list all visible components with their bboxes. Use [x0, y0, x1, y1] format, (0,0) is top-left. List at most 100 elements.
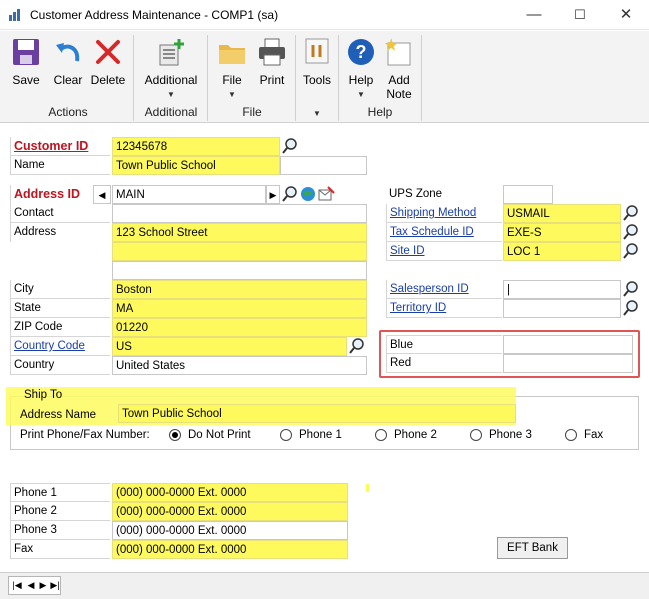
name-field[interactable]: Town Public School [112, 156, 280, 175]
address-id-field[interactable]: MAIN [112, 185, 266, 204]
territory-id-label[interactable]: Territory ID [386, 299, 502, 318]
fax-field[interactable]: (000) 000-0000 Ext. 0000 [112, 540, 348, 559]
territory-id-field[interactable] [503, 299, 621, 318]
zip-code-label: ZIP Code [10, 318, 110, 337]
ribbon-divider [207, 35, 208, 121]
lookup-icon[interactable] [622, 242, 640, 260]
eft-bank-button[interactable]: EFT Bank [497, 537, 568, 559]
lookup-icon[interactable] [348, 337, 366, 355]
tax-schedule-id-field[interactable]: EXE-S [503, 223, 621, 242]
address-next-button[interactable]: ▶ [266, 185, 280, 204]
additional-button[interactable]: Additional ▼ [138, 35, 204, 101]
radio-label-do-not-print: Do Not Print [188, 429, 251, 441]
contact-label: Contact [10, 204, 110, 223]
radio-fax[interactable] [565, 429, 577, 441]
shipping-method-label[interactable]: Shipping Method [386, 204, 502, 223]
phone-2-field[interactable]: (000) 000-0000 Ext. 0000 [112, 502, 348, 521]
state-field[interactable]: MA [112, 299, 367, 318]
address-line-1-field[interactable]: 123 School Street [112, 223, 367, 242]
contact-field[interactable] [112, 204, 367, 223]
address-name-field[interactable]: Town Public School [118, 404, 516, 423]
group-label-additional: Additional [144, 105, 198, 119]
radio-label-fax: Fax [584, 429, 604, 441]
clear-button[interactable]: Clear [48, 35, 88, 101]
phone-1-label: Phone 1 [10, 483, 110, 502]
address-name-label: Address Name [20, 409, 97, 421]
address-line-3-field[interactable] [112, 261, 367, 280]
country-label: Country [10, 356, 110, 375]
tools-button[interactable]: Tools [298, 35, 336, 101]
maximize-button[interactable]: ☐ [557, 0, 603, 30]
lookup-icon[interactable] [622, 223, 640, 241]
blue-field[interactable] [503, 335, 633, 354]
lookup-icon[interactable] [622, 204, 640, 222]
red-field[interactable] [503, 354, 633, 373]
ribbon-divider [295, 35, 296, 121]
close-button[interactable]: ✕ [603, 0, 649, 30]
name-label: Name [10, 156, 110, 175]
address-line-2-field[interactable] [112, 242, 367, 261]
ups-zone-field[interactable] [503, 185, 553, 204]
radio-phone-3[interactable] [470, 429, 482, 441]
delete-x-icon [96, 40, 120, 64]
address-label: Address [10, 223, 110, 242]
salesperson-id-field[interactable]: | [503, 280, 621, 299]
save-icon [13, 39, 39, 65]
minimize-button[interactable]: — [511, 0, 557, 30]
ups-zone-label: UPS Zone [386, 185, 502, 204]
help-button[interactable]: ? Help ▼ [342, 35, 380, 101]
lookup-icon[interactable] [622, 299, 640, 317]
site-id-label[interactable]: Site ID [386, 242, 502, 261]
radio-label-phone-1: Phone 1 [299, 429, 342, 441]
print-button[interactable]: Print [252, 35, 292, 101]
phone-3-label: Phone 3 [10, 521, 110, 540]
globe-icon[interactable] [299, 185, 317, 203]
salesperson-id-label[interactable]: Salesperson ID [386, 280, 502, 299]
group-label-actions: Actions [48, 105, 88, 119]
city-label: City [10, 280, 110, 299]
save-button[interactable]: Save [6, 35, 46, 101]
app-icon [9, 9, 20, 21]
phone-3-field[interactable]: (000) 000-0000 Ext. 0000 [112, 521, 348, 540]
site-id-field[interactable]: LOC 1 [503, 242, 621, 261]
add-note-button[interactable]: Add Note [380, 35, 418, 101]
tax-schedule-id-label[interactable]: Tax Schedule ID [386, 223, 502, 242]
name-field-extension [280, 156, 367, 175]
country-code-label[interactable]: Country Code [10, 337, 110, 356]
radio-do-not-print[interactable] [169, 429, 181, 441]
file-button[interactable]: File ▼ [212, 35, 252, 101]
zip-code-field[interactable]: 01220 [112, 318, 367, 337]
ship-to-group-label: Ship To [24, 389, 63, 401]
city-field[interactable]: Boston [112, 280, 367, 299]
country-code-field[interactable]: US [112, 337, 347, 356]
help-icon: ? [348, 39, 374, 65]
delete-button[interactable]: Delete [88, 35, 128, 101]
lookup-icon[interactable] [281, 137, 299, 155]
radio-label-phone-2: Phone 2 [394, 429, 437, 441]
additional-icon [159, 39, 184, 66]
lookup-icon[interactable] [622, 280, 640, 298]
customer-id-field[interactable]: 12345678 [112, 137, 280, 156]
window-title: Customer Address Maintenance - COMP1 (sa… [30, 8, 279, 22]
radio-phone-1[interactable] [280, 429, 292, 441]
ribbon-divider [133, 35, 134, 121]
customer-id-label[interactable]: Customer ID [10, 137, 110, 156]
highlight-mark [366, 484, 369, 492]
dropdown-arrow-icon: ▼ [357, 90, 365, 99]
dropdown-arrow-icon: ▼ [167, 90, 175, 99]
fax-label: Fax [10, 540, 110, 559]
phone-1-field[interactable]: (000) 000-0000 Ext. 0000 [112, 483, 348, 502]
undo-icon [56, 43, 80, 62]
radio-phone-2[interactable] [375, 429, 387, 441]
last-record-icon[interactable]: ▶| [48, 578, 62, 592]
lookup-icon[interactable] [281, 185, 299, 203]
address-prev-button[interactable]: ◀ [93, 185, 111, 204]
shipping-method-field[interactable]: USMAIL [503, 204, 621, 223]
ribbon-divider [421, 35, 422, 121]
dropdown-arrow-icon[interactable]: ▼ [298, 109, 336, 118]
phone-2-label: Phone 2 [10, 502, 110, 521]
country-field[interactable]: United States [112, 356, 367, 375]
email-edit-icon[interactable] [317, 185, 335, 203]
first-record-icon[interactable]: |◀ [10, 578, 24, 592]
svg-text:?: ? [356, 42, 367, 62]
